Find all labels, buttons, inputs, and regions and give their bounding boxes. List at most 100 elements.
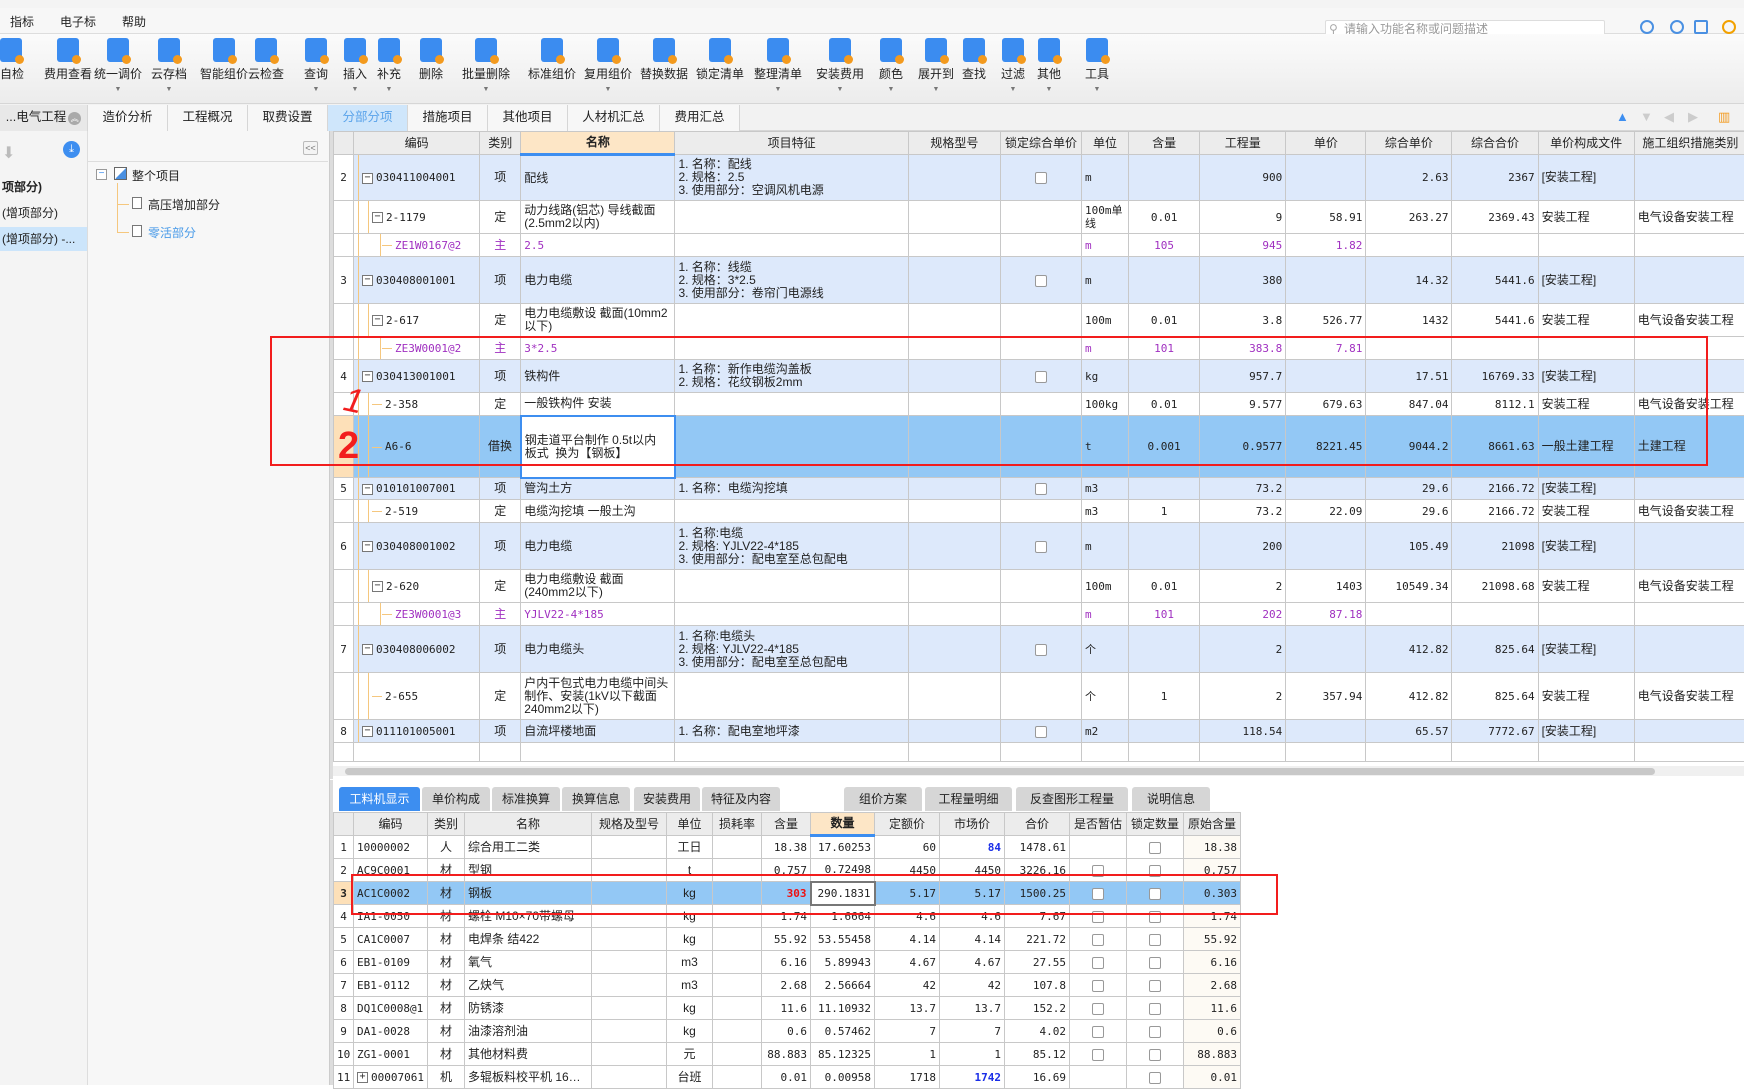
column-header[interactable]: 市场价 [940, 813, 1005, 836]
toolbar-button-2[interactable]: 统一调价▼ [90, 38, 146, 93]
table-row[interactable]: −2-617定电力电缆敷设 截面(10mm2以下)100m0.013.8526.… [334, 304, 1744, 337]
table-row[interactable]: 2-358定一般铁构件 安装100kg0.019.577679.63847.04… [334, 393, 1744, 416]
arrow-left-icon[interactable]: ◀ [1664, 109, 1674, 125]
collapse-toggle-icon[interactable]: − [362, 644, 373, 655]
content-cell[interactable]: 101 [1129, 337, 1200, 360]
code-cell[interactable]: 10000002 [354, 836, 428, 859]
content-cell[interactable]: 0.01 [1129, 570, 1200, 603]
code-cell[interactable]: −2-617 [354, 304, 480, 337]
name-cell[interactable]: 综合用工二类 [465, 836, 592, 859]
collapse-panel-button[interactable]: << [303, 141, 318, 155]
column-header[interactable]: 是否暂估 [1070, 813, 1127, 836]
arrow-right-icon[interactable]: ▶ [1688, 109, 1698, 125]
code-cell[interactable]: ZE3W0001@3 [354, 603, 480, 626]
toolbar-button-1[interactable]: 费用查看 [40, 38, 96, 82]
unit-cell[interactable]: m [1082, 523, 1129, 570]
column-header[interactable]: 定额价 [875, 813, 940, 836]
headset-icon[interactable] [1640, 20, 1654, 34]
qty-cell[interactable]: 73.2 [1200, 500, 1286, 523]
bottom-tab-3[interactable]: 换算信息 [562, 787, 630, 811]
qty-cell[interactable]: 17.60253 [811, 836, 875, 859]
qty-cell[interactable]: 0.9577 [1200, 416, 1286, 478]
collapse-toggle-icon[interactable]: − [362, 484, 373, 495]
name-cell[interactable]: YJLV22-4*185 [521, 603, 675, 626]
checkbox[interactable] [1035, 275, 1047, 287]
arrow-down-icon[interactable]: ▼ [1640, 109, 1653, 124]
content-cell[interactable] [1129, 257, 1200, 304]
tab-2[interactable]: 取费设置 [248, 105, 328, 131]
toolbar-button-22[interactable]: 工具▼ [1082, 38, 1112, 93]
qty-cell[interactable]: 957.7 [1200, 360, 1286, 393]
market-price-cell[interactable]: 5.17 [940, 882, 1005, 905]
column-header[interactable]: 数量 [811, 813, 875, 836]
qty-cell[interactable]: 290.1831 [811, 882, 875, 905]
qty-cell[interactable]: 73.2 [1200, 478, 1286, 500]
code-cell[interactable]: DA1-0028 [354, 1020, 428, 1043]
unit-cell[interactable]: m [1082, 155, 1129, 201]
chevron-down-icon[interactable]: ▼ [812, 86, 868, 93]
checkbox[interactable] [1035, 483, 1047, 495]
content-cell[interactable]: 1.74 [762, 905, 811, 928]
column-header[interactable]: 单位 [1082, 132, 1129, 155]
name-cell[interactable]: 配线 [521, 155, 675, 201]
unit-cell[interactable]: m [1082, 337, 1129, 360]
name-cell[interactable]: 电力电缆敷设 截面(240mm2以下) [521, 570, 675, 603]
code-cell[interactable]: −2-1179 [354, 201, 480, 234]
unit-cell[interactable]: m [1082, 234, 1129, 257]
qty-cell[interactable]: 2 [1200, 673, 1286, 720]
name-cell[interactable]: 型钢 [465, 859, 592, 882]
scrollbar-thumb[interactable] [345, 768, 1655, 775]
table-row[interactable]: 8−011101005001项自流坪楼地面1. 名称：配电室地坪漆m2118.5… [334, 720, 1744, 743]
content-cell[interactable]: 88.883 [762, 1043, 811, 1066]
toolbar-button-12[interactable]: 复用组价▼ [580, 38, 636, 93]
code-cell[interactable]: AC9C0001 [354, 859, 428, 882]
material-row[interactable]: 11+00007061机多辊板料校平机 16…台班0.010.009581718… [334, 1066, 1241, 1089]
code-cell[interactable]: 2-519 [354, 500, 480, 523]
name-cell[interactable]: 电力电缆 [521, 523, 675, 570]
table-row[interactable]: 7−030408006002项电力电缆头1. 名称:电缆头 2. 规格: YJL… [334, 626, 1744, 673]
toolbar-button-16[interactable]: 安装费用▼ [812, 38, 868, 93]
column-header[interactable]: 名称 [465, 813, 592, 836]
table-row[interactable]: A6-6借换钢走道平台制作 0.5t以内 板式 换为【钢板】t0.0010.95… [334, 416, 1744, 478]
table-row[interactable]: 4−030413001001项铁构件1. 名称：新作电缆沟盖板 2. 规格：花纹… [334, 360, 1744, 393]
toolbar-button-10[interactable]: 批量删除▼ [458, 38, 514, 93]
table-row[interactable]: ZE1W0167@2主2.5m1059451.82 [334, 234, 1744, 257]
checkbox[interactable] [1092, 865, 1104, 877]
column-header[interactable]: 施工组织措施类别 [1634, 132, 1744, 155]
material-row[interactable]: 3AC1C0002材钢板kg303290.18315.175.171500.25… [334, 882, 1241, 905]
market-price-cell[interactable]: 1 [940, 1043, 1005, 1066]
table-row[interactable]: 5−010101007001项管沟土方1. 名称：电缆沟挖填m373.229.6… [334, 478, 1744, 500]
content-cell[interactable]: 18.38 [762, 836, 811, 859]
arrow-up-icon[interactable]: ▲ [1616, 109, 1629, 124]
qty-cell[interactable]: 53.55458 [811, 928, 875, 951]
code-cell[interactable]: DQ1C0008@1 [354, 997, 428, 1020]
unit-cell[interactable]: m3 [1082, 500, 1129, 523]
column-header[interactable]: 单价构成文件 [1538, 132, 1634, 155]
toolbar-button-8[interactable]: 补充▼ [374, 38, 404, 93]
checkbox[interactable] [1092, 1003, 1104, 1015]
content-cell[interactable]: 105 [1129, 234, 1200, 257]
name-cell[interactable]: 油漆溶剂油 [465, 1020, 592, 1043]
checkbox[interactable] [1149, 911, 1161, 923]
table-row[interactable]: ZE3W0001@3主YJLV22-4*185m10120287.18 [334, 603, 1744, 626]
tab-1[interactable]: 工程概况 [168, 105, 248, 131]
qty-cell[interactable]: 1.6664 [811, 905, 875, 928]
column-header[interactable]: 综合单价 [1366, 132, 1452, 155]
collapse-toggle-icon[interactable]: − [372, 581, 383, 592]
market-price-cell[interactable]: 13.7 [940, 997, 1005, 1020]
market-price-cell[interactable]: 1742 [940, 1066, 1005, 1089]
checkbox[interactable] [1149, 1026, 1161, 1038]
qty-cell[interactable]: 5.89943 [811, 951, 875, 974]
code-cell[interactable]: IA1-0050 [354, 905, 428, 928]
qty-cell[interactable]: 9 [1200, 201, 1286, 234]
chevron-down-icon[interactable]: ▼ [90, 86, 146, 93]
qty-cell[interactable]: 2.56664 [811, 974, 875, 997]
section-item-selected[interactable]: (增项部分) -... [0, 227, 87, 251]
material-row[interactable]: 8DQ1C0008@1材防锈漆kg11.611.1093213.713.7152… [334, 997, 1241, 1020]
code-cell[interactable]: −030413001001 [354, 360, 480, 393]
checkbox[interactable] [1035, 541, 1047, 553]
qty-cell[interactable]: 383.8 [1200, 337, 1286, 360]
column-header[interactable]: 编码 [354, 813, 428, 836]
collapse-up-icon[interactable]: ︽ [68, 112, 81, 125]
name-cell[interactable]: 乙炔气 [465, 974, 592, 997]
